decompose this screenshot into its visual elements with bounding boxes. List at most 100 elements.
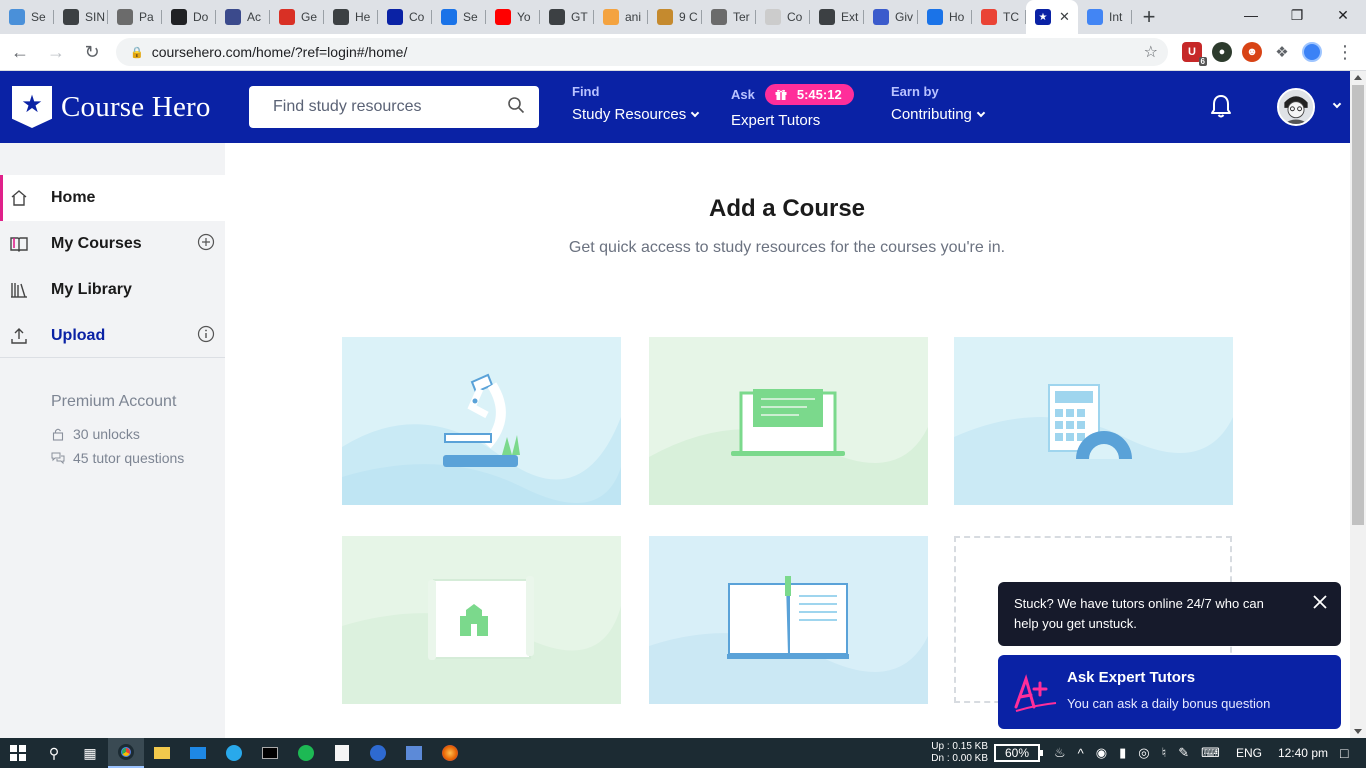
browser-tab[interactable]: ★ ✕ bbox=[1026, 0, 1078, 34]
taskbar-terminal-icon[interactable] bbox=[252, 738, 288, 768]
reload-button[interactable]: ↻ bbox=[76, 36, 108, 68]
browser-tab[interactable]: Ho bbox=[918, 0, 972, 34]
browser-tab[interactable]: 9 C bbox=[648, 0, 702, 34]
page-subtitle: Get quick access to study resources for … bbox=[568, 239, 1006, 256]
browser-tab[interactable]: Yo bbox=[486, 0, 540, 34]
info-circle-icon[interactable] bbox=[197, 325, 215, 343]
taskbar-firefox-icon[interactable] bbox=[432, 738, 468, 768]
course-card-science[interactable] bbox=[342, 337, 621, 505]
bonus-timer-badge[interactable]: 5:45:12 bbox=[764, 84, 854, 105]
address-bar[interactable]: 🔒 coursehero.com/home/?ref=login#/home/ … bbox=[116, 38, 1168, 66]
notification-bell-icon[interactable] bbox=[1209, 93, 1233, 119]
tab-favicon-icon bbox=[63, 9, 79, 25]
browser-tab[interactable]: Giv bbox=[864, 0, 918, 34]
premium-account-label: Premium Account bbox=[51, 393, 177, 410]
taskbar-notes-icon[interactable] bbox=[324, 738, 360, 768]
sidebar-item-upload[interactable]: Upload bbox=[0, 313, 225, 359]
url-text: coursehero.com/home/?ref=login#/home/ bbox=[151, 44, 408, 60]
battery-icon[interactable]: ▮ bbox=[1119, 745, 1126, 761]
taskbar-spotify-icon[interactable] bbox=[288, 738, 324, 768]
sidebar-item-my-courses[interactable]: My Courses bbox=[0, 221, 225, 267]
language-indicator[interactable]: ENG bbox=[1236, 746, 1262, 760]
shield-extension-icon[interactable]: ● bbox=[1212, 42, 1232, 62]
close-icon[interactable] bbox=[1312, 594, 1328, 610]
page-scrollbar[interactable] bbox=[1350, 71, 1366, 738]
browser-tab[interactable]: Co bbox=[378, 0, 432, 34]
taskbar-search-icon[interactable]: ⚲ bbox=[36, 738, 72, 768]
sidebar-item-my-library[interactable]: My Library bbox=[0, 267, 225, 313]
profile-avatar-icon[interactable] bbox=[1302, 42, 1322, 62]
browser-tab[interactable]: Ac bbox=[216, 0, 270, 34]
browser-tab[interactable]: Ge bbox=[270, 0, 324, 34]
course-card-math[interactable] bbox=[954, 337, 1233, 505]
scroll-down-arrow-icon[interactable] bbox=[1354, 729, 1362, 734]
search-input[interactable]: Find study resources bbox=[249, 86, 539, 128]
task-view-icon[interactable]: ▦ bbox=[72, 738, 108, 768]
close-window-button[interactable]: ✕ bbox=[1320, 0, 1366, 30]
scroll-up-arrow-icon[interactable] bbox=[1354, 75, 1362, 80]
scroll-thumb[interactable] bbox=[1352, 85, 1364, 525]
tab-label: Ter bbox=[733, 10, 750, 24]
restore-button[interactable]: ❐ bbox=[1274, 0, 1320, 30]
course-card-history[interactable] bbox=[342, 536, 621, 704]
chevron-up-icon[interactable]: ^ bbox=[1078, 746, 1084, 761]
course-card-literature[interactable] bbox=[649, 536, 928, 704]
browser-tab[interactable]: Se bbox=[0, 0, 54, 34]
puzzle-extensions-icon[interactable]: ❖ bbox=[1272, 42, 1292, 62]
tutor-questions-text: 45 tutor questions bbox=[73, 450, 185, 466]
notification-center-icon[interactable]: □ bbox=[1340, 745, 1366, 761]
new-tab-button[interactable]: + bbox=[1132, 0, 1166, 34]
ask-expert-tutors-card[interactable]: Ask Expert Tutors You can ask a daily bo… bbox=[998, 655, 1341, 729]
add-circle-icon[interactable] bbox=[197, 233, 215, 251]
speaker-muted-icon[interactable]: ♮ bbox=[1162, 745, 1167, 761]
bookmark-star-icon[interactable]: ☆ bbox=[1144, 42, 1158, 62]
browser-tab[interactable]: Co bbox=[756, 0, 810, 34]
nav-ask-expert-tutors[interactable]: Ask 5:45:12 Expert Tutors bbox=[731, 84, 854, 129]
user-menu-chevron-icon[interactable] bbox=[1332, 99, 1342, 109]
search-icon[interactable] bbox=[507, 96, 525, 114]
browser-tab[interactable]: SIN bbox=[54, 0, 108, 34]
browser-tab[interactable]: Int bbox=[1078, 0, 1132, 34]
forward-button[interactable]: → bbox=[40, 36, 72, 68]
browser-tab[interactable]: Ter bbox=[702, 0, 756, 34]
tab-label: Giv bbox=[895, 10, 913, 24]
browser-tab[interactable]: Ext bbox=[810, 0, 864, 34]
browser-tab[interactable]: GT bbox=[540, 0, 594, 34]
browser-tab[interactable]: TC bbox=[972, 0, 1026, 34]
book-icon bbox=[10, 237, 28, 252]
battery-indicator[interactable]: 60% bbox=[994, 744, 1043, 762]
nav-find-study-resources[interactable]: Find Study Resources bbox=[572, 84, 700, 123]
taskbar-mail-icon[interactable] bbox=[180, 738, 216, 768]
camera-icon[interactable]: ◉ bbox=[1096, 745, 1107, 761]
keyboard-icon[interactable]: ⌨ bbox=[1201, 745, 1220, 761]
course-card-computer[interactable] bbox=[649, 337, 928, 505]
clock[interactable]: 12:40 pm bbox=[1278, 746, 1328, 760]
browser-tab[interactable]: He bbox=[324, 0, 378, 34]
tab-close-icon[interactable]: ✕ bbox=[1059, 9, 1070, 25]
minimize-button[interactable]: — bbox=[1228, 0, 1274, 30]
nav-expert-tutors-label: Expert Tutors bbox=[731, 112, 821, 129]
ublock-extension-icon[interactable]: U6 bbox=[1182, 42, 1207, 66]
logo[interactable]: ★ Course Hero bbox=[12, 86, 211, 128]
tab-label: Do bbox=[193, 10, 209, 24]
taskbar-file-explorer-icon[interactable] bbox=[144, 738, 180, 768]
browser-tab[interactable]: Pa bbox=[108, 0, 162, 34]
user-avatar[interactable] bbox=[1277, 88, 1315, 126]
browser-menu-icon[interactable]: ⋮ bbox=[1336, 42, 1354, 63]
nav-earn-by-contributing[interactable]: Earn by Contributing bbox=[891, 84, 986, 123]
taskbar-network-tool-icon[interactable] bbox=[396, 738, 432, 768]
browser-tab[interactable]: Se bbox=[432, 0, 486, 34]
taskbar-telegram-icon[interactable] bbox=[216, 738, 252, 768]
fox-extension-icon[interactable]: ☻ bbox=[1242, 42, 1262, 62]
pen-icon[interactable]: ✎ bbox=[1178, 745, 1189, 761]
flame-icon[interactable]: ♨ bbox=[1054, 745, 1066, 761]
windows-start-button[interactable] bbox=[0, 738, 36, 768]
back-button[interactable]: ← bbox=[4, 36, 36, 68]
sidebar-item-home[interactable]: Home bbox=[0, 175, 225, 221]
taskbar-chrome-icon[interactable] bbox=[108, 738, 144, 768]
browser-tab[interactable]: ani bbox=[594, 0, 648, 34]
sidebar-item-label: My Library bbox=[51, 281, 132, 298]
taskbar-app-icon[interactable] bbox=[360, 738, 396, 768]
wifi-icon[interactable]: ◎ bbox=[1138, 745, 1149, 761]
browser-tab[interactable]: Do bbox=[162, 0, 216, 34]
